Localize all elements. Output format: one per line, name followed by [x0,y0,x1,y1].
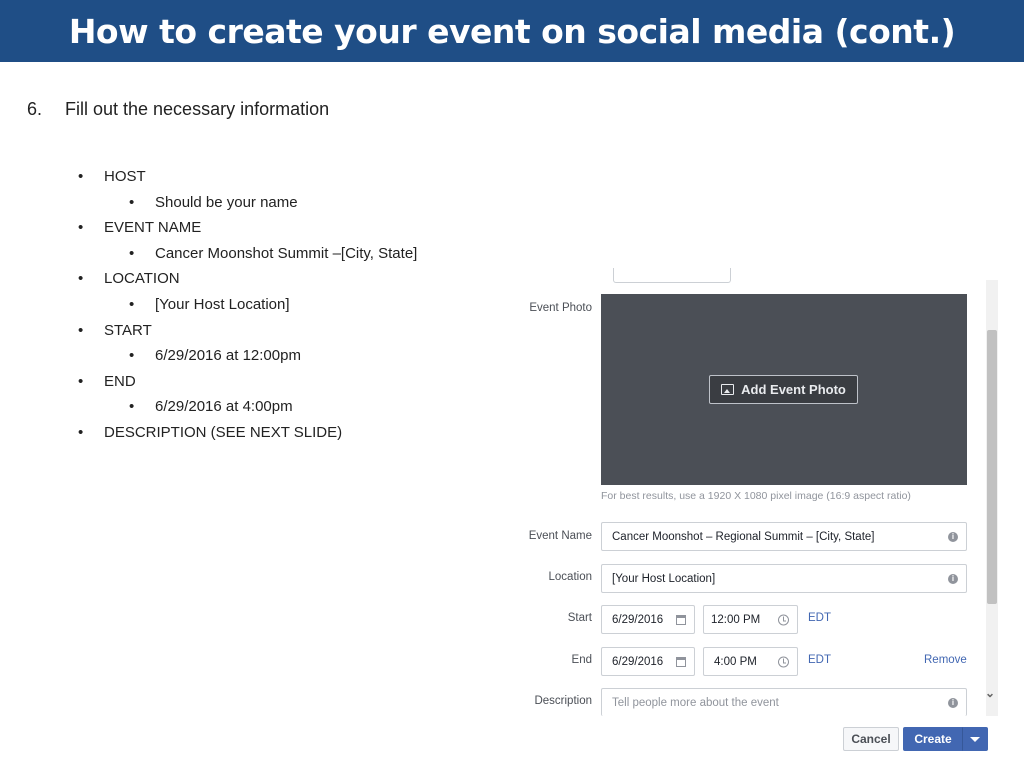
start-label: Start [567,612,592,624]
info-icon: i [948,573,958,584]
end-label: End [571,654,592,666]
add-event-photo-label: Add Event Photo [741,382,846,397]
slide-title-bar: How to create your event on social media… [0,0,1024,62]
end-timezone: EDT [808,654,831,666]
event-form-screenshot: Event Photo Add Event Photo For best res… [488,268,998,716]
step-text: Fill out the necessary information [65,99,330,119]
start-date-input[interactable]: 6/29/2016 [601,605,695,634]
slide-title: How to create your event on social media… [68,11,956,51]
photo-icon [721,384,735,395]
event-name-input[interactable]: Cancer Moonshot – Regional Summit – [Cit… [601,522,967,551]
info-icon: i [948,697,958,708]
info-icon: i [948,531,958,542]
location-input[interactable]: [Your Host Location] i [601,564,967,593]
start-timezone: EDT [808,612,831,624]
description-input[interactable]: Tell people more about the event i [601,688,967,716]
event-photo-area: Add Event Photo [601,294,967,485]
event-photo-label: Event Photo [529,302,592,314]
calendar-icon [676,656,686,667]
remove-end-time-link[interactable]: Remove [924,654,967,666]
scrollbar-thumb[interactable] [987,330,997,604]
start-time-input[interactable]: 12:00 PM [703,605,798,634]
clock-icon [778,614,789,625]
location-label: Location [548,571,592,583]
clock-icon [778,656,789,667]
cancel-button[interactable]: Cancel [843,727,899,751]
end-time-input[interactable]: 4:00 PM [703,647,798,676]
create-options-dropdown-icon[interactable] [962,727,988,751]
step-number: 6. [27,99,43,119]
description-label: Description [534,695,592,707]
scroll-down-icon[interactable]: ⌄ [985,686,995,700]
form-scrollbar[interactable] [986,280,998,716]
end-date-input[interactable]: 6/29/2016 [601,647,695,676]
photo-hint: For best results, use a 1920 X 1080 pixe… [601,490,911,502]
create-button[interactable]: Create [903,727,963,751]
cut-off-field [613,268,731,283]
step-instruction: 6. Fill out the necessary information [27,99,329,120]
add-event-photo-button[interactable]: Add Event Photo [709,375,858,404]
calendar-icon [676,614,686,625]
event-name-label: Event Name [528,530,592,542]
